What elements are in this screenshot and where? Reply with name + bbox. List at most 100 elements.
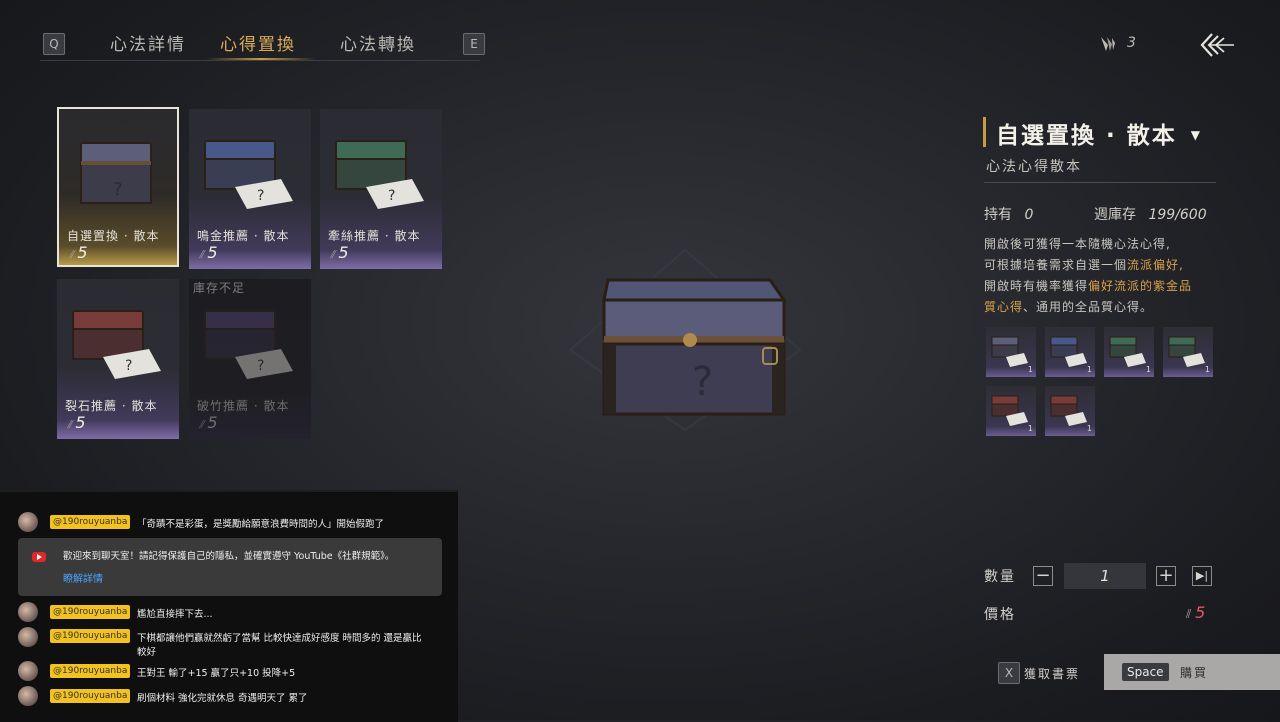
svg-text:?: ?	[388, 188, 395, 204]
highlight-text: 偏好流派的紫金品	[1088, 279, 1193, 293]
reward-thumb[interactable]: 1	[1045, 386, 1095, 436]
tab-heart-method-convert[interactable]: 心法轉換	[340, 30, 416, 55]
reward-count: 1	[1145, 365, 1151, 374]
learn-more-link[interactable]: 瞭解詳情	[63, 570, 103, 585]
chat-username[interactable]: @190rouyuanba	[50, 515, 131, 529]
tab-prev-key[interactable]: Q	[43, 33, 65, 55]
item-preview: ?	[560, 240, 810, 440]
item-card-pozhu[interactable]: 庫存不足 ? 破竹推薦 · 散本 ⫽ 5	[189, 279, 311, 439]
out-of-stock-label: 庫存不足	[193, 281, 246, 295]
item-price: ⫽ 5	[69, 243, 88, 262]
item-subtitle: 心法心得散本	[986, 159, 1082, 175]
reward-count: 1	[1204, 365, 1210, 374]
purchase-label: 購買	[1180, 666, 1209, 680]
svg-text:?: ?	[692, 359, 713, 405]
max-quantity-button[interactable]: ▶|	[1192, 566, 1212, 586]
treasure-chest-with-scroll-icon: ?	[204, 140, 293, 209]
treasure-chest-with-scroll-icon: ?	[72, 310, 161, 379]
item-card-custom-exchange[interactable]: ? 自選置換 · 散本 ⫽ 5	[57, 107, 179, 267]
tab-insight-exchange[interactable]: 心得置換	[220, 30, 296, 55]
chat-message: 下棋都讓他們贏就然虧了當幫 比較快達成好感度 時間多的 還是贏比	[137, 633, 422, 644]
key-space: Space	[1122, 663, 1169, 681]
item-card-qiansi[interactable]: ? 牽絲推薦 · 散本 ⫽ 5	[320, 109, 442, 269]
youtube-play-glyph	[37, 554, 42, 560]
chat-username[interactable]: @190rouyuanba	[50, 605, 131, 619]
description-line: 開啟後可獲得一本隨機心法心得,	[984, 237, 1171, 251]
title-accent-bar	[983, 117, 986, 147]
item-name: 鳴金推薦 · 散本	[197, 229, 290, 243]
weekly-label: 週庫存	[1094, 207, 1136, 223]
item-price: ⫽ 5	[199, 413, 218, 432]
get-ticket-button[interactable]: X 獲取書票	[998, 662, 1098, 684]
chat-username[interactable]: @190rouyuanba	[50, 689, 131, 703]
treasure-chest-with-scroll-icon: ?	[204, 310, 293, 379]
avatar	[18, 661, 38, 681]
svg-text:?: ?	[257, 358, 264, 374]
item-price-value: 5	[338, 243, 349, 262]
total-price-value: 5	[1195, 603, 1206, 622]
item-price: ⫽ 5	[330, 243, 349, 262]
highlight-text: 質心得	[984, 300, 1024, 314]
currency-display: 3	[1098, 34, 1148, 54]
chat-notice-text: 歡迎來到聊天室！請記得保護自己的隱私，並確實遵守 YouTube《社群規範》。	[63, 551, 395, 562]
increase-quantity-button[interactable]: +	[1156, 566, 1176, 586]
avatar	[18, 512, 38, 532]
chat-message: 刷個材料 強化完就休息 奇遇明天了 累了	[137, 693, 308, 704]
reward-thumb[interactable]: 1	[1104, 327, 1154, 377]
chest-thumb-icon	[991, 395, 1028, 426]
item-card-lieshi[interactable]: ? 裂石推薦 · 散本 ⫽ 5	[57, 279, 179, 439]
description-text: 、通用的全品質心得。	[1023, 300, 1154, 314]
live-chat-panel: @190rouyuanba 「奇蹟不是彩蛋，是獎勵給願意浪費時間的人」開始假跑了…	[0, 490, 458, 722]
reward-thumb[interactable]: 1	[1163, 327, 1213, 377]
item-price: ⫽ 5	[67, 413, 86, 432]
back-button[interactable]	[1198, 30, 1236, 60]
description-line: 質心得、通用的全品質心得。	[984, 298, 1153, 315]
active-tab-underline	[206, 58, 316, 60]
chat-username[interactable]: @190rouyuanba	[50, 629, 131, 643]
purchase-button[interactable]: Space 購買	[1104, 654, 1280, 690]
currency-count: 3	[1127, 35, 1136, 51]
reward-thumb[interactable]: 1	[986, 386, 1036, 436]
chest-thumb-icon	[1109, 336, 1146, 367]
chest-thumb-icon	[1050, 336, 1087, 367]
chest-thumb-icon	[1168, 336, 1205, 367]
reward-count: 1	[1027, 424, 1033, 433]
reward-thumb[interactable]: 1	[1045, 327, 1095, 377]
item-card-mingjin[interactable]: ? 鳴金推薦 · 散本 ⫽ 5	[189, 109, 311, 269]
chat-message-wrap: 較好	[137, 647, 157, 658]
dropdown-icon[interactable]: ▼	[1191, 128, 1202, 142]
tab-next-key[interactable]: E	[463, 33, 485, 55]
key-x: X	[998, 662, 1020, 684]
owned-label: 持有	[984, 207, 1012, 223]
chat-message: 王對王 輸了+15 贏了只+10 投降+5	[137, 668, 296, 679]
reward-count: 1	[1086, 365, 1092, 374]
get-ticket-label: 獲取書票	[1024, 667, 1081, 681]
svg-text:?: ?	[113, 179, 123, 200]
item-price-value: 5	[207, 413, 218, 432]
tab-heart-method-details[interactable]: 心法詳情	[110, 30, 186, 55]
chat-username[interactable]: @190rouyuanba	[50, 664, 131, 678]
large-treasure-chest-icon: ?	[568, 248, 802, 432]
weekly-value: 199/600	[1148, 207, 1207, 223]
avatar	[18, 686, 38, 706]
reward-count: 1	[1086, 424, 1092, 433]
chat-message: 尷尬直接摔下去...	[137, 609, 213, 620]
total-price: ⫽ 5	[1186, 603, 1205, 622]
back-arrows-icon	[1200, 33, 1234, 57]
chest-thumb-icon	[991, 336, 1028, 367]
svg-text:?: ?	[257, 188, 264, 204]
tab-divider	[40, 60, 480, 61]
description-text: 開啟時有機率獲得	[984, 279, 1089, 293]
reward-thumb[interactable]: 1	[986, 327, 1036, 377]
quantity-input[interactable]: 1	[1064, 563, 1146, 589]
chat-message: 「奇蹟不是彩蛋，是獎勵給願意浪費時間的人」開始假跑了	[137, 519, 385, 530]
item-price-value: 5	[75, 413, 86, 432]
description-line: 開啟時有機率獲得偏好流派的紫金品	[984, 277, 1192, 294]
weekly-stock: 週庫存 199/600	[1094, 204, 1207, 224]
item-name: 裂石推薦 · 散本	[65, 399, 158, 413]
reward-count: 1	[1027, 365, 1033, 374]
item-price: ⫽ 5	[199, 243, 218, 262]
decrease-quantity-button[interactable]: −	[1033, 566, 1053, 586]
item-price-value: 5	[207, 243, 218, 262]
quill-currency-icon: ⫽	[1186, 607, 1196, 621]
